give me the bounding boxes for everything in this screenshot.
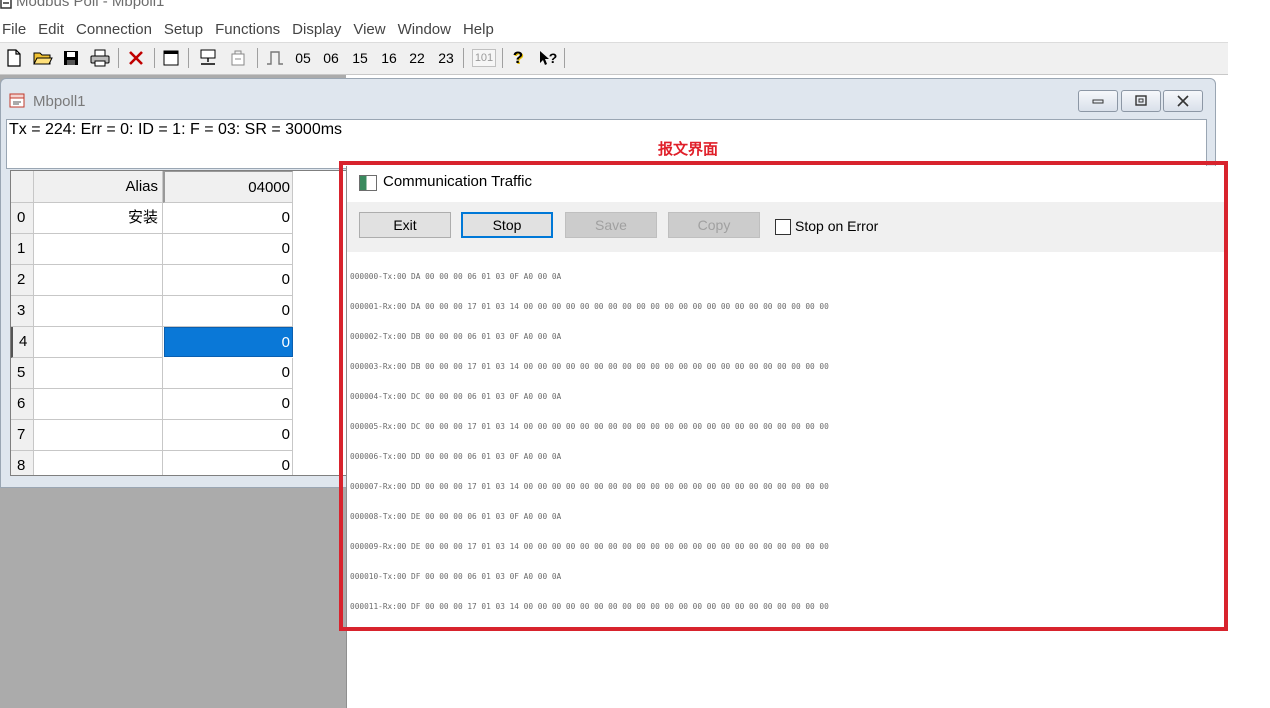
close-button[interactable] bbox=[1163, 90, 1203, 112]
fc-22-button[interactable]: 22 bbox=[406, 47, 428, 69]
menu-functions[interactable]: Functions bbox=[209, 18, 286, 42]
new-file-icon[interactable] bbox=[4, 47, 24, 69]
toolbar: 05 06 15 16 22 23 101 ? ? bbox=[0, 43, 1228, 75]
pulse-icon[interactable] bbox=[264, 47, 286, 69]
menu-file[interactable]: File bbox=[0, 18, 32, 42]
alias-column-header[interactable]: Alias bbox=[34, 171, 163, 203]
menu-view[interactable]: View bbox=[347, 18, 391, 42]
menu-connection[interactable]: Connection bbox=[70, 18, 158, 42]
delete-icon[interactable] bbox=[125, 47, 147, 69]
annotation-highlight-box bbox=[339, 161, 1228, 631]
value-cell[interactable]: 0 bbox=[163, 296, 293, 327]
menu-window[interactable]: Window bbox=[392, 18, 457, 42]
document-icon bbox=[9, 92, 26, 109]
value-cell[interactable]: 0 bbox=[163, 420, 293, 451]
fc-101-label: 101 bbox=[471, 49, 497, 67]
modbus-app-icon bbox=[0, 0, 12, 9]
value-cell[interactable]: 0 bbox=[163, 451, 293, 475]
row-header[interactable]: 3 bbox=[11, 296, 34, 327]
alias-cell[interactable]: 安装 bbox=[34, 203, 163, 234]
fc-06-button[interactable]: 06 bbox=[320, 47, 342, 69]
row-header[interactable]: 1 bbox=[11, 234, 34, 265]
fc-23-button[interactable]: 23 bbox=[435, 47, 457, 69]
help-icon[interactable]: ? bbox=[508, 47, 528, 69]
selected-value-cell[interactable]: 0 bbox=[164, 327, 293, 357]
annotation-label: 报文界面 bbox=[658, 141, 719, 158]
restore-button[interactable] bbox=[1121, 90, 1161, 112]
row-header[interactable]: 0 bbox=[11, 203, 34, 234]
menu-help[interactable]: Help bbox=[457, 18, 500, 42]
row-header[interactable]: 6 bbox=[11, 389, 34, 420]
menu-setup[interactable]: Setup bbox=[158, 18, 209, 42]
menu-bar: File Edit Connection Setup Functions Display V… bbox=[0, 18, 1228, 43]
mbpoll1-titlebar[interactable]: Mbpoll1 bbox=[1, 79, 1215, 123]
status-text: Tx = 224: Err = 0: ID = 1: F = 03: SR = … bbox=[9, 121, 343, 138]
menu-display[interactable]: Display bbox=[286, 18, 347, 42]
fc-15-button[interactable]: 15 bbox=[349, 47, 371, 69]
grid-corner bbox=[11, 171, 34, 203]
help-glyph: ? bbox=[512, 48, 524, 67]
mbpoll1-title: Mbpoll1 bbox=[33, 93, 86, 110]
alias-cell[interactable] bbox=[34, 234, 163, 265]
context-help-glyph: ? bbox=[548, 50, 558, 66]
address-column-header[interactable]: 04000 bbox=[163, 171, 293, 203]
alias-cell[interactable] bbox=[34, 358, 163, 389]
minimize-button[interactable] bbox=[1078, 90, 1118, 112]
register-grid: Alias 04000 0 安装 0 1 0 2 0 3 0 4 0 5 0 6… bbox=[10, 170, 350, 476]
alias-cell[interactable] bbox=[34, 265, 163, 296]
value-cell[interactable]: 0 bbox=[163, 358, 293, 389]
context-help-icon[interactable]: ? bbox=[536, 47, 560, 69]
save-icon[interactable] bbox=[61, 47, 81, 69]
row-header[interactable]: 4 bbox=[11, 327, 34, 358]
app-title-bar: Modbus Poll - Mbpoll1 bbox=[0, 0, 1228, 11]
alias-cell[interactable] bbox=[34, 389, 163, 420]
disconnect-icon[interactable] bbox=[226, 47, 250, 69]
value-cell[interactable]: 0 bbox=[163, 389, 293, 420]
value-cell[interactable]: 0 bbox=[163, 203, 293, 234]
alias-cell[interactable] bbox=[34, 420, 163, 451]
row-header[interactable]: 7 bbox=[11, 420, 34, 451]
print-icon[interactable] bbox=[88, 47, 112, 69]
window-icon[interactable] bbox=[160, 47, 182, 69]
alias-cell[interactable] bbox=[34, 327, 163, 358]
alias-cell[interactable] bbox=[34, 451, 163, 475]
row-header[interactable]: 8 bbox=[11, 451, 34, 475]
menu-edit[interactable]: Edit bbox=[32, 18, 70, 42]
open-folder-icon[interactable] bbox=[32, 47, 54, 69]
app-title: Modbus Poll - Mbpoll1 bbox=[16, 0, 165, 10]
connect-icon[interactable] bbox=[196, 47, 220, 69]
fc-05-button[interactable]: 05 bbox=[292, 47, 314, 69]
fc-16-button[interactable]: 16 bbox=[378, 47, 400, 69]
alias-cell[interactable] bbox=[34, 296, 163, 327]
row-header[interactable]: 2 bbox=[11, 265, 34, 296]
row-header[interactable]: 5 bbox=[11, 358, 34, 389]
value-cell[interactable]: 0 bbox=[163, 265, 293, 296]
fc-101-button[interactable]: 101 bbox=[470, 47, 498, 69]
value-cell[interactable]: 0 bbox=[163, 234, 293, 265]
